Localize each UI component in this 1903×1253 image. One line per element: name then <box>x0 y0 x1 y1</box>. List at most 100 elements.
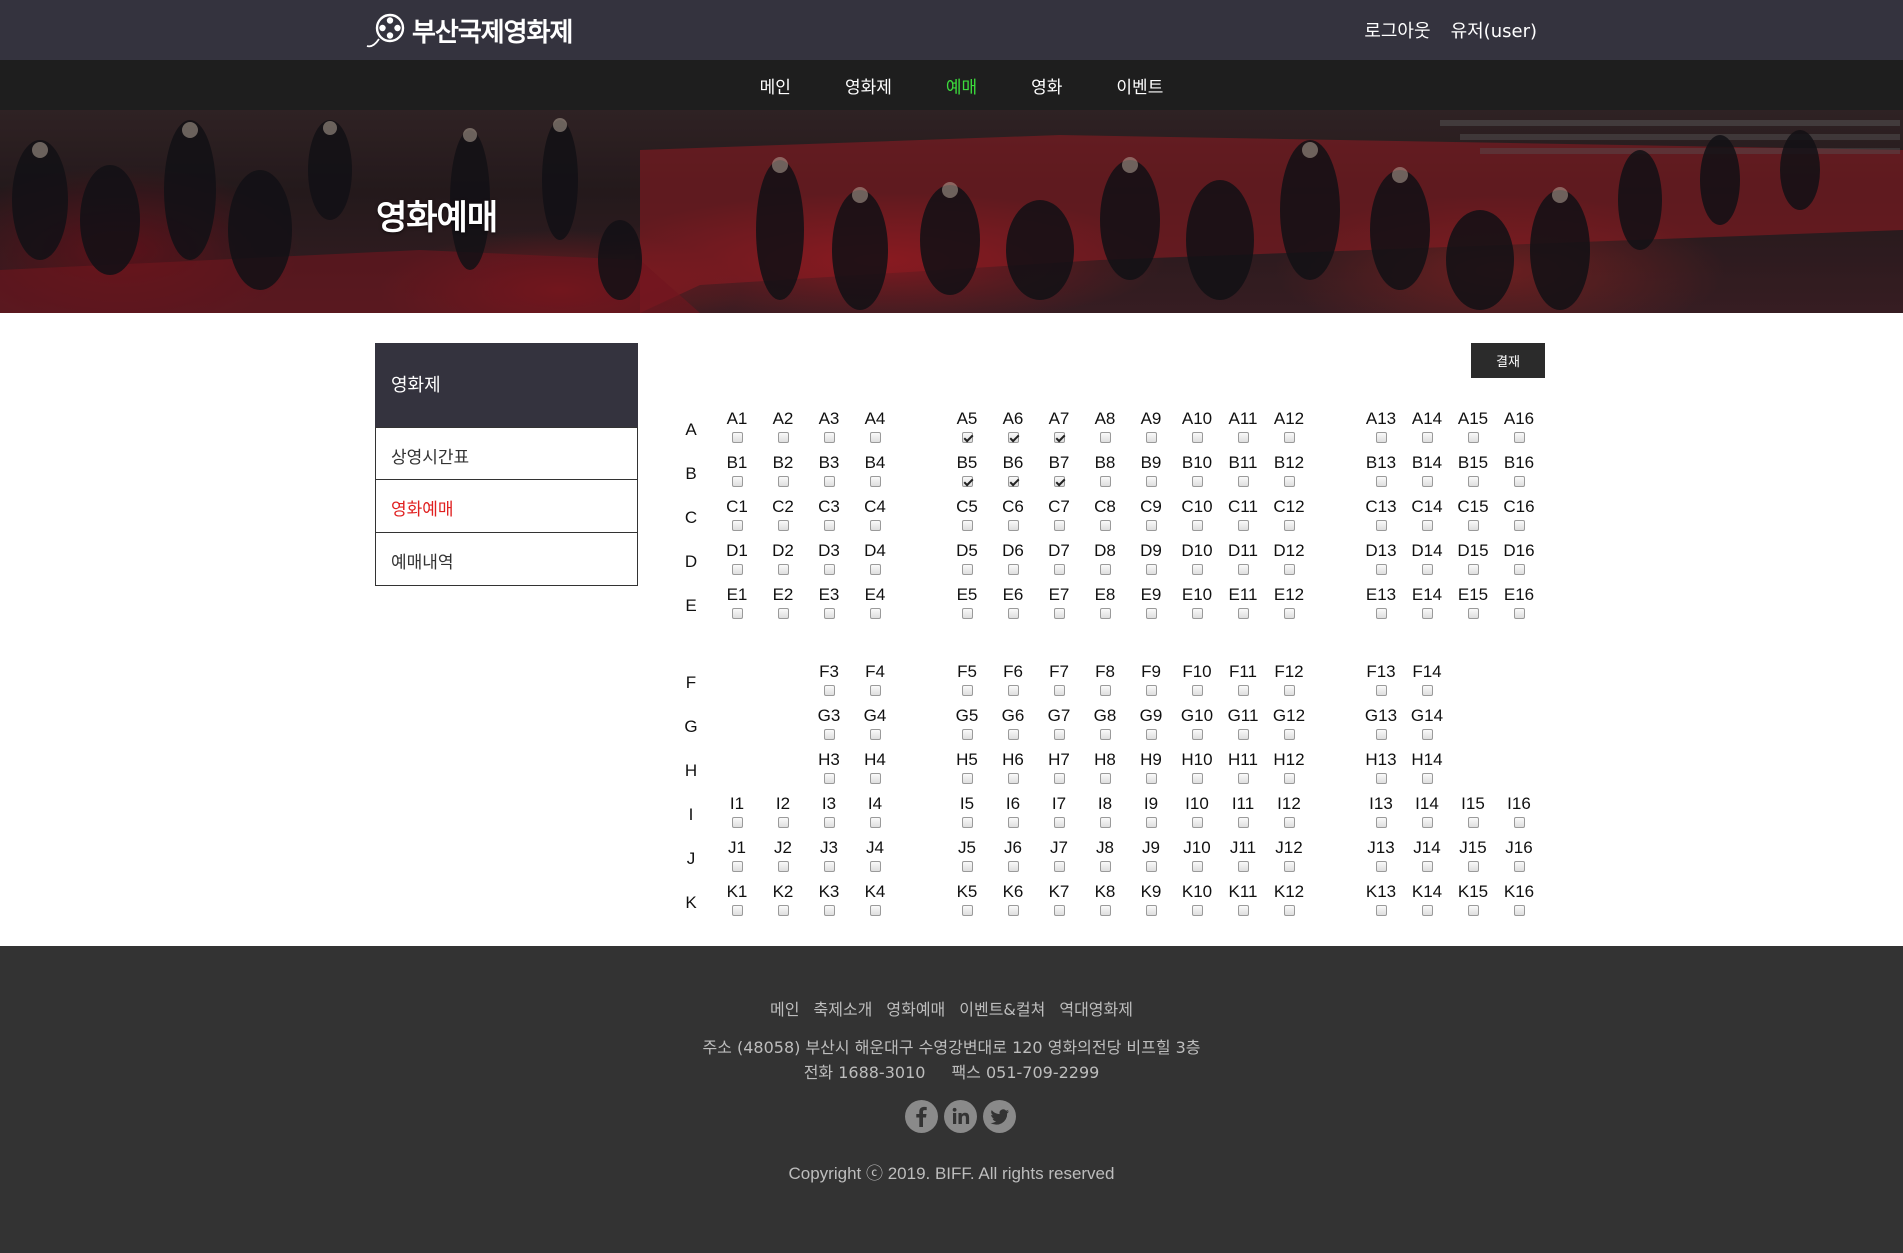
seat-E8[interactable]: E8 <box>1083 585 1127 629</box>
seat-G12[interactable]: G12 <box>1267 706 1311 750</box>
seat-J5[interactable]: J5 <box>945 838 989 882</box>
seat-checkbox[interactable] <box>1513 608 1525 619</box>
seat-E6[interactable]: E6 <box>991 585 1035 629</box>
seat-checkbox[interactable] <box>1145 861 1157 872</box>
seat-checkbox[interactable] <box>1283 685 1295 696</box>
seat-A7[interactable]: A7 <box>1037 409 1081 453</box>
seat-checkbox[interactable] <box>961 520 973 531</box>
seat-D7[interactable]: D7 <box>1037 541 1081 585</box>
seat-I16[interactable]: I16 <box>1497 794 1541 838</box>
seat-checkbox[interactable] <box>1191 564 1203 575</box>
seat-I2[interactable]: I2 <box>761 794 805 838</box>
seat-checkbox[interactable] <box>823 773 835 784</box>
seat-C9[interactable]: C9 <box>1129 497 1173 541</box>
seat-checkbox[interactable] <box>1099 729 1111 740</box>
seat-A9[interactable]: A9 <box>1129 409 1173 453</box>
seat-A8[interactable]: A8 <box>1083 409 1127 453</box>
seat-I15[interactable]: I15 <box>1451 794 1495 838</box>
seat-C16[interactable]: C16 <box>1497 497 1541 541</box>
seat-C10[interactable]: C10 <box>1175 497 1219 541</box>
seat-checkbox[interactable] <box>1237 432 1249 443</box>
seat-E5[interactable]: E5 <box>945 585 989 629</box>
seat-checkbox[interactable] <box>823 520 835 531</box>
seat-G10[interactable]: G10 <box>1175 706 1219 750</box>
seat-checkbox[interactable] <box>1513 432 1525 443</box>
seat-checkbox[interactable] <box>1007 520 1019 531</box>
seat-K6[interactable]: K6 <box>991 882 1035 926</box>
seat-C15[interactable]: C15 <box>1451 497 1495 541</box>
seat-A2[interactable]: A2 <box>761 409 805 453</box>
seat-D9[interactable]: D9 <box>1129 541 1173 585</box>
seat-C4[interactable]: C4 <box>853 497 897 541</box>
footer-link-booking[interactable]: 영화예매 <box>886 996 945 1020</box>
seat-F3[interactable]: F3 <box>807 662 851 706</box>
seat-checkbox[interactable] <box>1421 432 1433 443</box>
seat-checkbox[interactable] <box>1237 608 1249 619</box>
seat-C3[interactable]: C3 <box>807 497 851 541</box>
seat-A16[interactable]: A16 <box>1497 409 1541 453</box>
seat-K2[interactable]: K2 <box>761 882 805 926</box>
seat-E12[interactable]: E12 <box>1267 585 1311 629</box>
seat-C7[interactable]: C7 <box>1037 497 1081 541</box>
seat-B11[interactable]: B11 <box>1221 453 1265 497</box>
seat-J12[interactable]: J12 <box>1267 838 1311 882</box>
seat-checkbox[interactable] <box>1283 817 1295 828</box>
seat-checkbox[interactable] <box>1283 861 1295 872</box>
nav-item-booking[interactable]: 예매 <box>946 73 977 98</box>
sidebar-item-schedule[interactable]: 상영시간표 <box>375 427 638 480</box>
seat-I11[interactable]: I11 <box>1221 794 1265 838</box>
seat-checkbox[interactable] <box>1513 817 1525 828</box>
seat-checkbox[interactable] <box>1145 564 1157 575</box>
seat-checkbox[interactable] <box>1007 476 1019 487</box>
seat-checkbox[interactable] <box>823 817 835 828</box>
seat-checkbox[interactable] <box>1467 432 1479 443</box>
seat-J8[interactable]: J8 <box>1083 838 1127 882</box>
seat-checkbox[interactable] <box>961 861 973 872</box>
seat-H10[interactable]: H10 <box>1175 750 1219 794</box>
seat-K5[interactable]: K5 <box>945 882 989 926</box>
seat-checkbox[interactable] <box>869 608 881 619</box>
seat-I1[interactable]: I1 <box>715 794 759 838</box>
seat-J2[interactable]: J2 <box>761 838 805 882</box>
seat-E14[interactable]: E14 <box>1405 585 1449 629</box>
seat-checkbox[interactable] <box>1375 861 1387 872</box>
seat-checkbox[interactable] <box>1007 729 1019 740</box>
seat-K13[interactable]: K13 <box>1359 882 1403 926</box>
seat-A4[interactable]: A4 <box>853 409 897 453</box>
seat-F13[interactable]: F13 <box>1359 662 1403 706</box>
seat-E1[interactable]: E1 <box>715 585 759 629</box>
seat-B14[interactable]: B14 <box>1405 453 1449 497</box>
seat-checkbox[interactable] <box>1467 608 1479 619</box>
seat-checkbox[interactable] <box>1375 476 1387 487</box>
seat-checkbox[interactable] <box>1007 432 1019 443</box>
seat-checkbox[interactable] <box>1053 729 1065 740</box>
seat-checkbox[interactable] <box>1421 817 1433 828</box>
seat-checkbox[interactable] <box>1513 520 1525 531</box>
seat-checkbox[interactable] <box>1053 608 1065 619</box>
seat-J10[interactable]: J10 <box>1175 838 1219 882</box>
seat-checkbox[interactable] <box>961 685 973 696</box>
seat-G14[interactable]: G14 <box>1405 706 1449 750</box>
seat-checkbox[interactable] <box>961 476 973 487</box>
seat-I10[interactable]: I10 <box>1175 794 1219 838</box>
seat-H11[interactable]: H11 <box>1221 750 1265 794</box>
seat-checkbox[interactable] <box>1191 476 1203 487</box>
seat-checkbox[interactable] <box>731 817 743 828</box>
seat-F6[interactable]: F6 <box>991 662 1035 706</box>
seat-D6[interactable]: D6 <box>991 541 1035 585</box>
seat-K8[interactable]: K8 <box>1083 882 1127 926</box>
seat-checkbox[interactable] <box>1145 773 1157 784</box>
seat-checkbox[interactable] <box>1145 817 1157 828</box>
site-logo[interactable]: 부산국제영화제 <box>366 8 573 52</box>
seat-checkbox[interactable] <box>1099 476 1111 487</box>
seat-checkbox[interactable] <box>823 685 835 696</box>
seat-checkbox[interactable] <box>731 608 743 619</box>
seat-checkbox[interactable] <box>961 817 973 828</box>
seat-checkbox[interactable] <box>1375 608 1387 619</box>
seat-checkbox[interactable] <box>1053 476 1065 487</box>
seat-F5[interactable]: F5 <box>945 662 989 706</box>
seat-checkbox[interactable] <box>1421 905 1433 916</box>
seat-checkbox[interactable] <box>1007 608 1019 619</box>
seat-C5[interactable]: C5 <box>945 497 989 541</box>
seat-checkbox[interactable] <box>1421 861 1433 872</box>
